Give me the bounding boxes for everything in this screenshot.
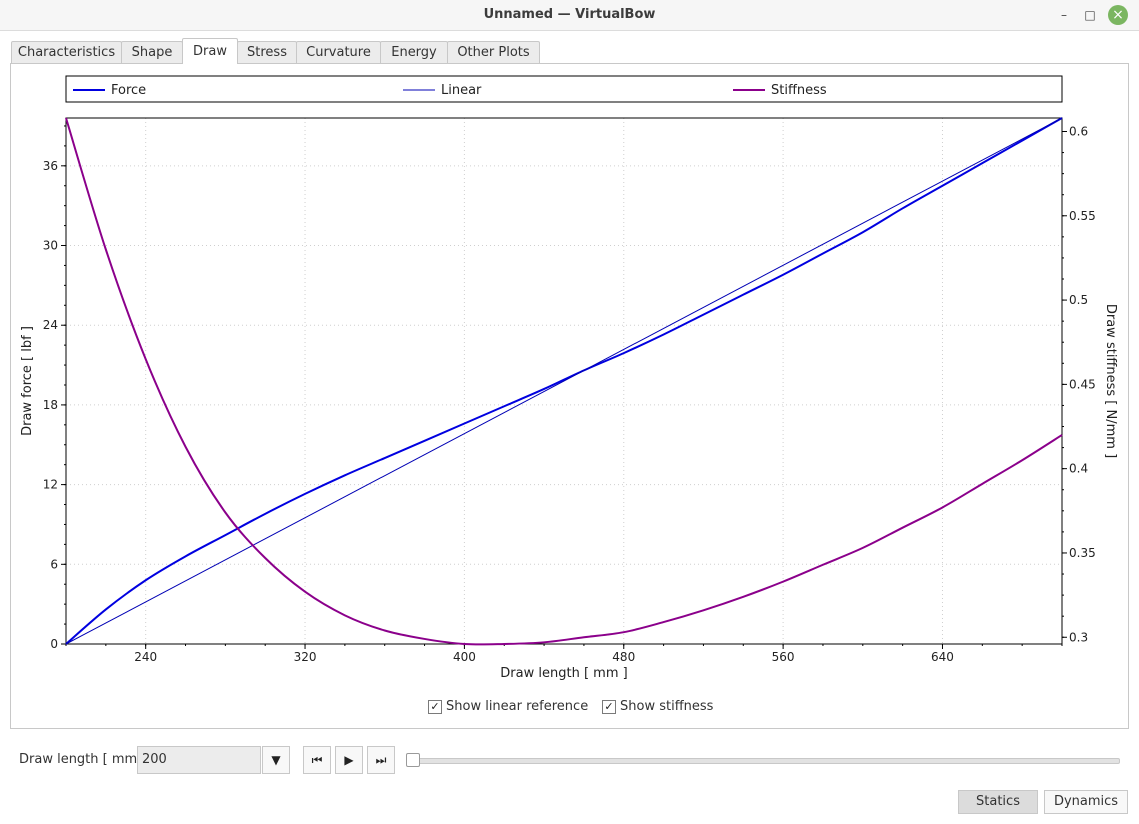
y2-tick-label: 0.45 — [1069, 377, 1096, 391]
statics-button[interactable]: Statics — [958, 790, 1038, 814]
draw-length-label: Draw length [ mm ] — [19, 752, 147, 767]
skip-to-start-icon[interactable]: ⏮ — [303, 746, 331, 774]
y2-tick-label: 0.6 — [1069, 124, 1088, 138]
y-tick-label: 24 — [43, 318, 58, 332]
minimize-icon[interactable]: – — [1054, 5, 1074, 25]
draw-length-slider-track[interactable] — [412, 758, 1120, 764]
close-icon[interactable]: × — [1108, 5, 1128, 25]
draw-length-slider-handle[interactable] — [406, 753, 420, 767]
x-tick-label: 480 — [612, 650, 635, 664]
x-tick-label: 560 — [772, 650, 795, 664]
y2-tick-label: 0.4 — [1069, 462, 1088, 476]
show-linear-reference-label: Show linear reference — [446, 699, 589, 714]
dynamics-button[interactable]: Dynamics — [1044, 790, 1128, 814]
y-tick-label: 0 — [50, 637, 58, 651]
x-axis-label: Draw length [ mm ] — [500, 666, 627, 681]
legend-label-linear: Linear — [441, 83, 482, 98]
draw-length-input[interactable]: 200 — [137, 746, 261, 774]
tab-shape[interactable]: Shape — [121, 41, 183, 63]
y-tick-label: 30 — [43, 239, 58, 253]
y2-tick-label: 0.3 — [1069, 630, 1088, 644]
legend-label-stiffness: Stiffness — [771, 83, 827, 98]
tab-energy[interactable]: Energy — [380, 41, 448, 63]
checkmark-icon: ✓ — [602, 700, 616, 714]
title-bar: Unnamed — VirtualBow – □ × — [0, 0, 1139, 31]
y-axis-label: Draw force [ lbf ] — [20, 326, 35, 436]
legend-label-force: Force — [111, 83, 146, 98]
y-tick-label: 6 — [50, 557, 58, 571]
draw-panel: 240 320 400 480 560 640 0 6 12 18 24 30 36 0.3 0.35 0.4… — [10, 63, 1129, 729]
y2-tick-label: 0.5 — [1069, 293, 1088, 307]
y-tick-label: 18 — [43, 398, 58, 412]
y2-tick-label: 0.55 — [1069, 209, 1096, 223]
chevron-down-icon[interactable]: ▼ — [262, 746, 290, 774]
series-linear-line — [65, 117, 1063, 645]
x-tick-label: 640 — [931, 650, 954, 664]
y2-tick-label: 0.35 — [1069, 546, 1096, 560]
checkmark-icon: ✓ — [428, 700, 442, 714]
play-icon[interactable]: ▶ — [335, 746, 363, 774]
tab-draw[interactable]: Draw — [182, 38, 238, 64]
y2-axis-label: Draw stiffness [ N/mm ] — [1103, 304, 1118, 458]
y-tick-label: 36 — [43, 159, 58, 173]
x-tick-label: 240 — [134, 650, 157, 664]
tab-stress[interactable]: Stress — [237, 41, 297, 63]
tab-other-plots[interactable]: Other Plots — [447, 41, 540, 63]
legend-box — [65, 75, 1063, 103]
window-title: Unnamed — VirtualBow — [483, 7, 656, 22]
draw-chart: 240 320 400 480 560 640 0 6 12 18 24 30 36 0.3 0.35 0.4… — [20, 75, 1118, 681]
x-tick-label: 400 — [453, 650, 476, 664]
x-tick-label: 320 — [294, 650, 317, 664]
show-stiffness-label: Show stiffness — [620, 699, 714, 714]
maximize-icon[interactable]: □ — [1080, 5, 1100, 25]
tab-characteristics[interactable]: Characteristics — [11, 41, 122, 63]
tab-curvature[interactable]: Curvature — [296, 41, 381, 63]
skip-to-end-icon[interactable]: ⏭ — [367, 746, 395, 774]
y-tick-label: 12 — [43, 478, 58, 492]
draw-length-controls: Draw length [ mm ] 200 ▼ ⏮ ▶ ⏭ — [0, 744, 1139, 776]
